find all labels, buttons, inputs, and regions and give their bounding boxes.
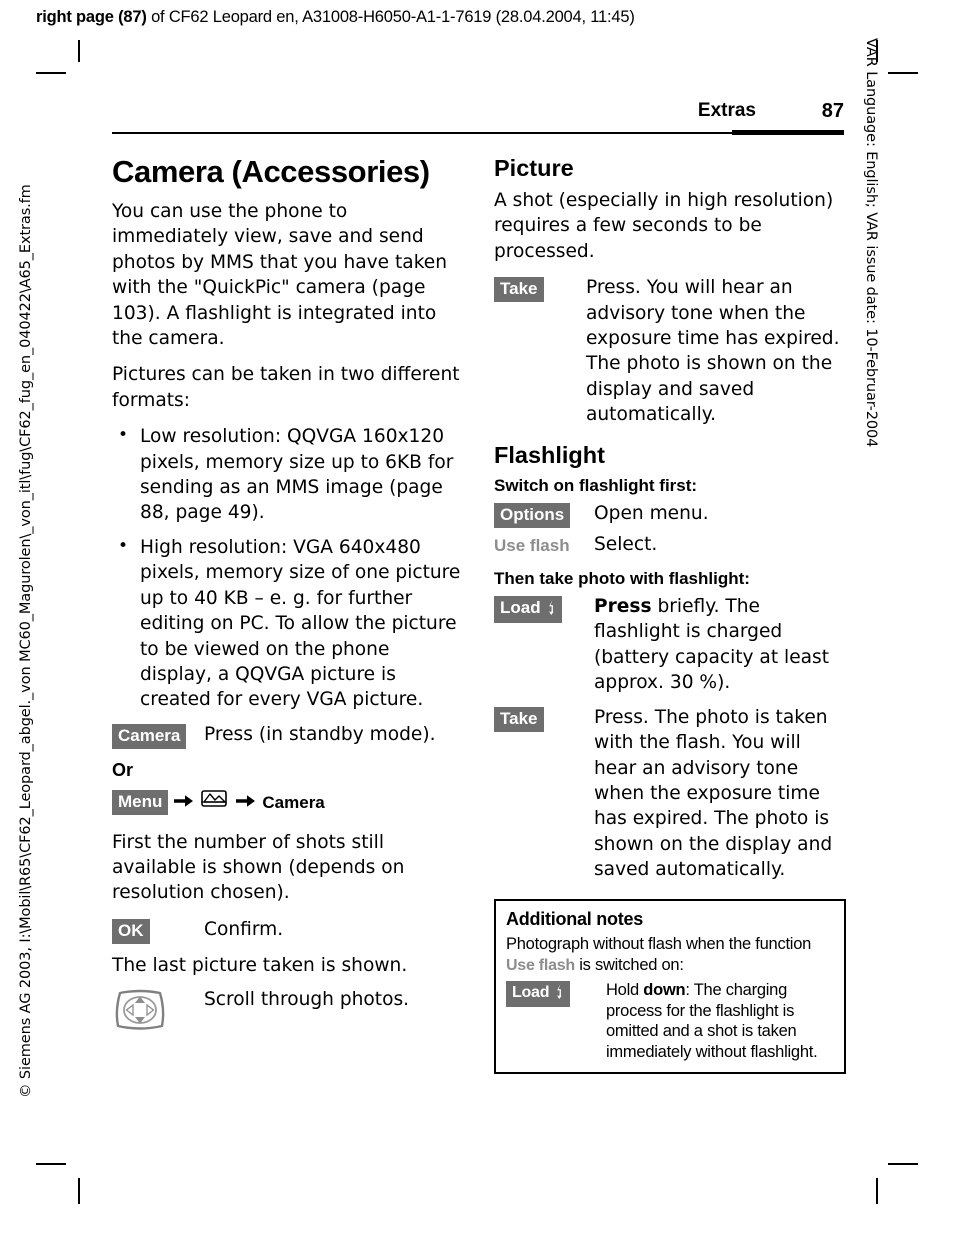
options-key-cell: Options <box>494 501 594 528</box>
notes-intro-part1: Photograph without flash when the functi… <box>506 935 812 954</box>
crop-mark-top-left-vertical <box>78 40 80 62</box>
page-number: 87 <box>821 100 844 122</box>
notes-use-flash-menu-item[interactable]: Use flash <box>506 957 575 974</box>
navigation-key-icon[interactable] <box>112 989 168 1038</box>
menu-path-row: Menu Camera <box>112 787 464 818</box>
options-key-row: Options Open menu. <box>494 501 846 528</box>
header-rule-thin <box>112 132 732 134</box>
formats-lead-paragraph: Pictures can be taken in two different f… <box>112 364 460 411</box>
use-flash-row: Use flash Select. <box>494 532 846 558</box>
resolution-bullet-list: Low resolution: QQVGA 160x120 pixels, me… <box>112 423 464 713</box>
crop-mark-bottom-right-vertical <box>876 1178 878 1204</box>
crop-mark-top-right-horizontal <box>888 72 918 75</box>
crop-mark-top-left-horizontal <box>36 72 66 75</box>
crop-mark-bottom-left-horizontal <box>36 1163 66 1166</box>
notes-desc-part1: Hold <box>606 981 644 1000</box>
right-column: Picture A shot (especially in high resol… <box>494 155 846 1075</box>
picture-menu-icon <box>200 787 230 818</box>
load-softkey[interactable]: Load <box>494 596 562 624</box>
options-softkey[interactable]: Options <box>494 502 571 528</box>
last-picture-paragraph: The last picture taken is shown. <box>112 954 408 976</box>
navigation-key-cell <box>112 987 204 1040</box>
load-key-description: Press briefly. The flashlight is charged… <box>594 594 846 696</box>
arrow-right-icon <box>236 790 256 815</box>
take-key-description: Press. You will hear an advisory tone wh… <box>586 277 840 426</box>
picture-heading: Picture <box>494 155 574 181</box>
menu-softkey[interactable]: Menu <box>112 790 169 816</box>
ok-key-row: OK Confirm. <box>112 917 464 944</box>
right-margin-var-info: VAR Language: English; VAR issue date: 1… <box>863 38 879 448</box>
notes-intro-part2: is switched on: <box>574 955 684 974</box>
flash-bolt-icon <box>547 599 556 621</box>
or-label: Or <box>112 759 134 780</box>
navigation-key-row: Scroll through photos. <box>112 987 464 1040</box>
additional-notes-intro: Photograph without flash when the functi… <box>506 934 834 976</box>
use-flash-cell: Use flash <box>494 532 594 558</box>
notes-load-softkey[interactable]: Load <box>506 981 571 1008</box>
notes-load-key-cell: Load <box>506 980 606 1008</box>
ok-key-description: Confirm. <box>204 918 284 940</box>
left-column: Camera (Accessories) You can use the pho… <box>112 155 464 1041</box>
document-status-line: right page (87) of CF62 Leopard en, A310… <box>36 8 635 27</box>
camera-softkey[interactable]: Camera <box>112 723 187 749</box>
load-press-keyword: Press <box>594 596 652 618</box>
ok-key-cell: OK <box>112 917 204 944</box>
take-key-cell: Take <box>494 275 586 303</box>
additional-notes-box: Additional notes Photograph without flas… <box>494 898 846 1075</box>
running-head: Extras 87 <box>112 100 844 140</box>
camera-key-cell: Camera <box>112 722 204 749</box>
flash-bolt-icon <box>555 984 564 1005</box>
crop-mark-bottom-left-vertical <box>78 1178 80 1204</box>
then-take-subheading: Then take photo with flashlight: <box>494 569 750 589</box>
take2-key-cell: Take <box>494 705 594 732</box>
ok-softkey[interactable]: OK <box>112 918 150 944</box>
status-line-page-label: right page (87) <box>36 8 147 26</box>
running-head-chapter: Extras <box>697 100 756 121</box>
status-line-details: of CF62 Leopard en, A31008-H6050-A1-1-76… <box>146 8 635 26</box>
list-item: High resolution: VGA 640x480 pixels, mem… <box>112 534 464 713</box>
take2-softkey[interactable]: Take <box>494 706 544 732</box>
notes-load-softkey-label: Load <box>512 984 550 1002</box>
notes-load-key-row: Load Hold down: The charging process for… <box>506 980 834 1062</box>
camera-key-description: Press (in standby mode). <box>204 723 436 745</box>
notes-down-keyword: down <box>643 981 686 1000</box>
load-key-cell: Load <box>494 594 594 624</box>
notes-load-description: Hold down: The charging process for the … <box>606 980 834 1062</box>
load-key-row: Load Press briefly. The flashlight is ch… <box>494 594 846 696</box>
use-flash-menu-item[interactable]: Use flash <box>494 536 570 555</box>
additional-notes-heading: Additional notes <box>506 908 643 929</box>
camera-key-row: Camera Press (in standby mode). <box>112 722 464 749</box>
arrow-right-icon <box>174 790 194 815</box>
left-margin-source-path: © Siemens AG 2003, I:\Mobil\R65\CF62_Leo… <box>18 184 34 1098</box>
page-title: Camera (Accessories) <box>112 154 430 189</box>
take-key-row: Take Press. You will hear an advisory to… <box>494 275 846 427</box>
options-key-description: Open menu. <box>594 502 709 524</box>
take2-key-description: Press. The photo is taken with the flash… <box>594 706 833 881</box>
navigation-key-description: Scroll through photos. <box>204 989 410 1011</box>
list-item: Low resolution: QQVGA 160x120 pixels, me… <box>112 423 464 526</box>
intro-paragraph: You can use the phone to immediately vie… <box>112 201 448 350</box>
switch-on-subheading: Switch on flashlight first: <box>494 475 698 495</box>
flashlight-heading: Flashlight <box>494 441 605 468</box>
take-softkey[interactable]: Take <box>494 277 544 303</box>
header-rule-thick <box>732 130 844 135</box>
use-flash-description: Select. <box>594 533 658 555</box>
load-softkey-label: Load <box>500 598 541 618</box>
shots-available-paragraph: First the number of shots still availabl… <box>112 831 405 904</box>
crop-mark-bottom-right-horizontal <box>888 1163 918 1166</box>
picture-paragraph: A shot (especially in high resolution) r… <box>494 190 834 262</box>
menu-path-target: Camera <box>262 793 325 813</box>
take2-key-row: Take Press. The photo is taken with the … <box>494 705 846 883</box>
